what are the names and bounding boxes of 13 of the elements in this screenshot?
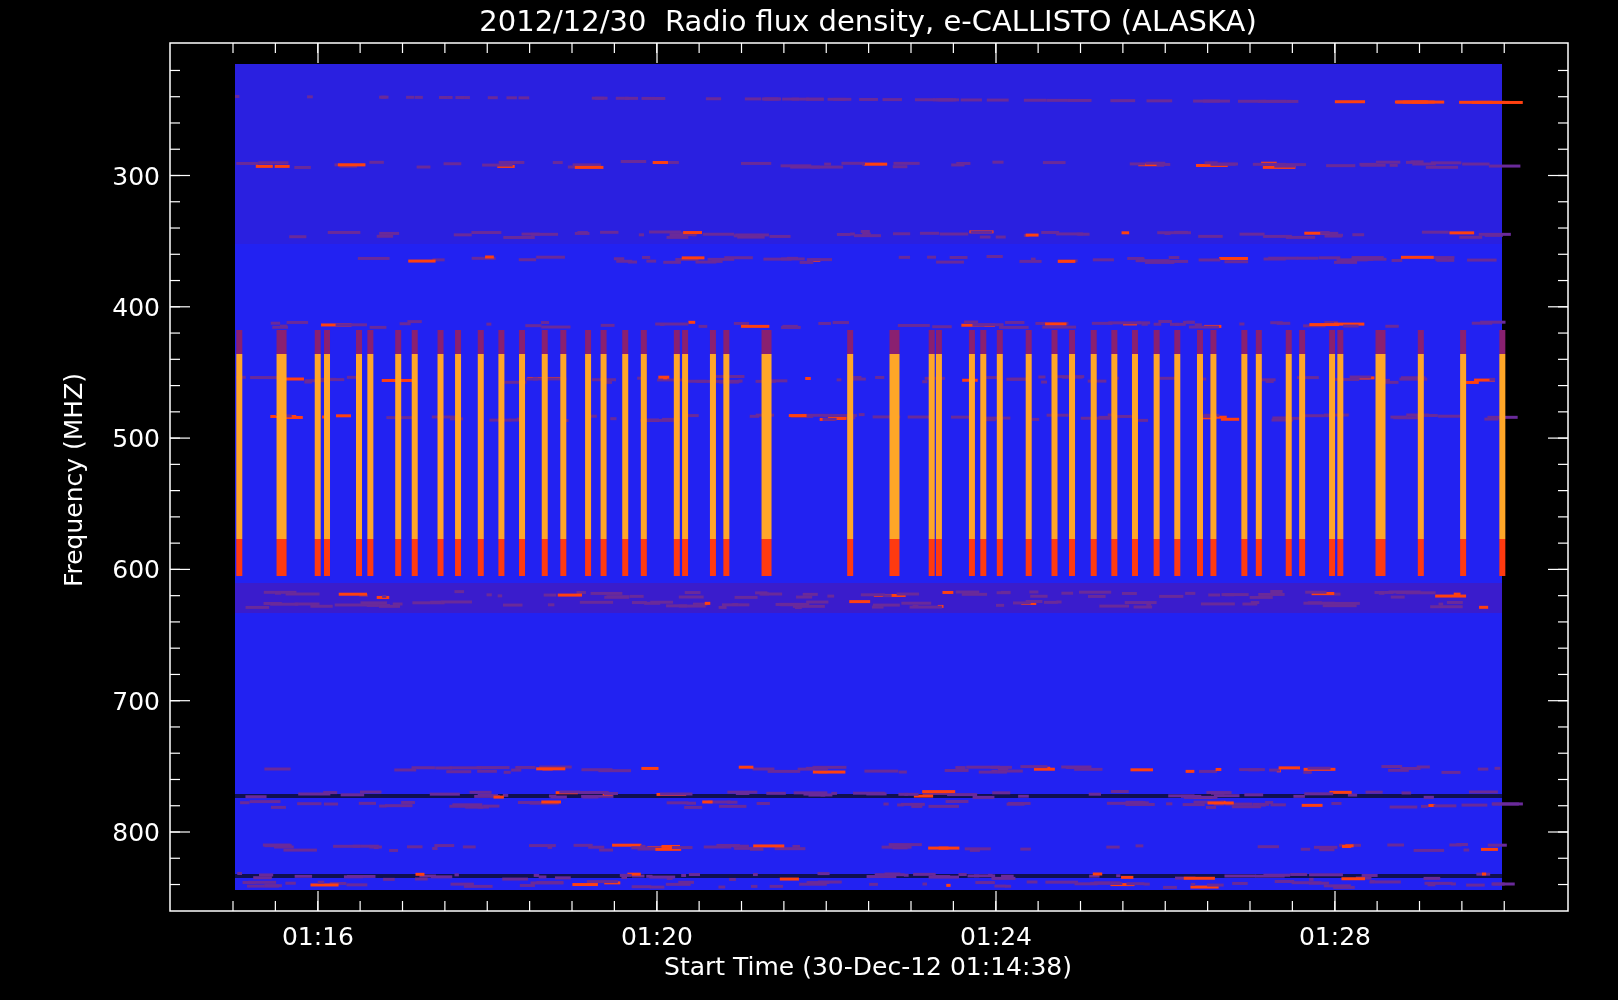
tick-label: 01:28 [1299,922,1371,951]
tick-label: 800 [112,818,160,847]
tick-label: 01:24 [960,922,1032,951]
tick-label: 300 [112,161,160,191]
x-axis-label: Start Time (30-Dec-12 01:14:38) [664,952,1072,981]
tick-label: 600 [112,555,160,585]
tick-label: 700 [112,686,160,716]
tick-label: 01:20 [621,922,693,951]
y-axis-label: Frequency (MHZ) [59,372,88,588]
chart-title: 2012/12/30 Radio flux density, e-CALLISTO (ALASKA) [479,4,1257,38]
tick-label: 400 [112,292,160,322]
tick-label: 01:16 [282,922,354,951]
tick-label: 500 [112,424,160,454]
